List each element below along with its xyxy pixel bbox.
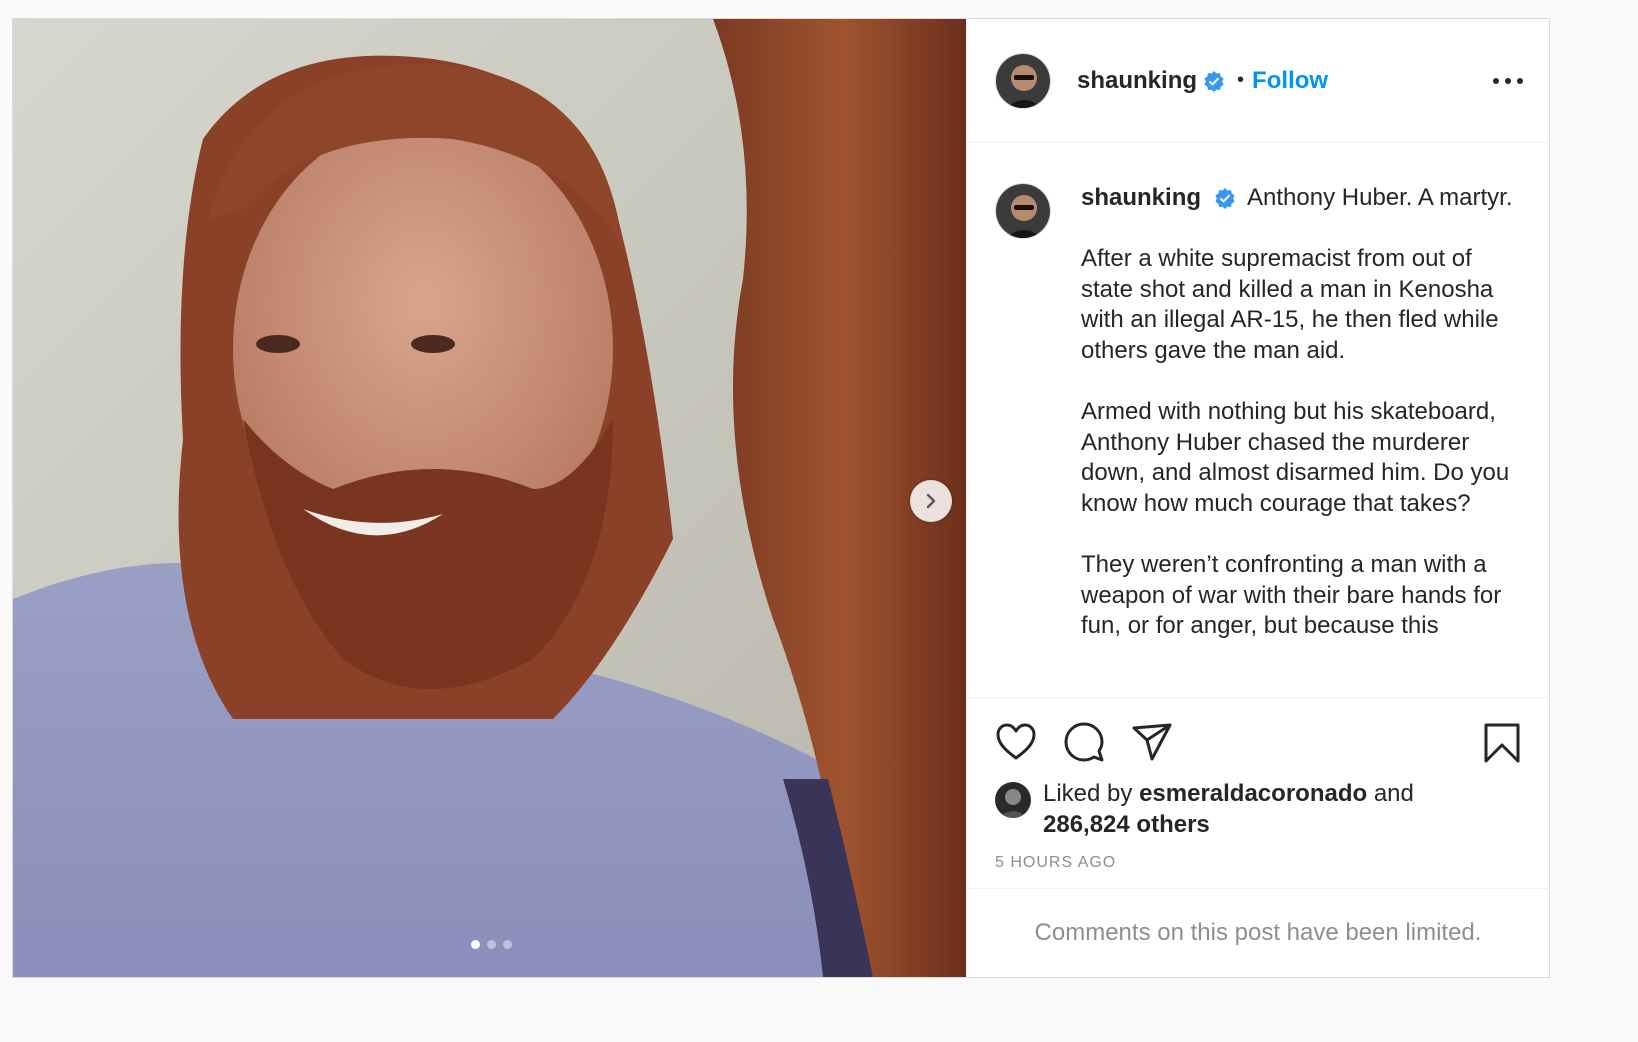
follow-button[interactable]: Follow: [1252, 67, 1328, 95]
likes-count[interactable]: 286,824 others: [1043, 811, 1210, 838]
action-bar: [967, 698, 1549, 786]
next-slide-button[interactable]: [910, 480, 952, 522]
verified-badge-icon: [1204, 70, 1224, 92]
save-button[interactable]: [1483, 722, 1521, 769]
caption-paragraph: After a white supremacist from out of st…: [1081, 245, 1499, 364]
caption-paragraph: They weren’t confronting a man with a we…: [1081, 551, 1502, 640]
chevron-right-icon: [926, 493, 936, 509]
caption-text: shaunking Anthony Huber. A martyr. After…: [1081, 183, 1521, 697]
caption-section: shaunking Anthony Huber. A martyr. After…: [967, 143, 1549, 698]
comments-limited-notice: Comments on this post have been limited.: [1034, 919, 1482, 946]
author-username[interactable]: shaunking: [1077, 67, 1197, 95]
post-header: shaunking • Follow: [967, 19, 1549, 143]
more-options-icon[interactable]: [1493, 71, 1523, 91]
likes-summary: Liked by esmeraldacoronado and 286,824 o…: [967, 778, 1549, 840]
carousel-dot-active: [471, 940, 480, 949]
post-photo[interactable]: [13, 19, 966, 977]
bookmark-icon: [1484, 723, 1520, 763]
avatar-image: [995, 782, 1031, 818]
like-button[interactable]: [995, 722, 1037, 762]
caption-author-avatar[interactable]: [995, 183, 1051, 239]
post-timestamp[interactable]: 5 HOURS AGO: [967, 854, 1549, 889]
avatar-image: [996, 184, 1050, 238]
likes-text: Liked by esmeraldacoronado and 286,824 o…: [1043, 778, 1414, 840]
caption-paragraph: Armed with nothing but his skateboard, A…: [1081, 398, 1510, 517]
header-separator: •: [1237, 69, 1245, 91]
carousel-dot: [487, 940, 496, 949]
share-button[interactable]: [1131, 722, 1173, 762]
author-avatar[interactable]: [995, 52, 1051, 109]
comment-button[interactable]: [1063, 721, 1105, 763]
carousel-indicator: [471, 940, 512, 949]
instagram-post: shaunking • Follow shaunking Anthony Hub…: [12, 18, 1550, 978]
photo-illustration: [13, 19, 966, 977]
carousel-dot: [503, 940, 512, 949]
post-side-panel: shaunking • Follow shaunking Anthony Hub…: [966, 19, 1549, 977]
caption-first-line: Anthony Huber. A martyr.: [1247, 184, 1513, 211]
avatar-image: [996, 53, 1050, 108]
verified-badge-icon: [1215, 188, 1235, 209]
share-icon: [1132, 723, 1172, 761]
liker-avatar[interactable]: [995, 782, 1031, 818]
caption-username[interactable]: shaunking: [1081, 184, 1201, 211]
comment-icon: [1064, 722, 1104, 762]
heart-icon: [996, 723, 1036, 760]
